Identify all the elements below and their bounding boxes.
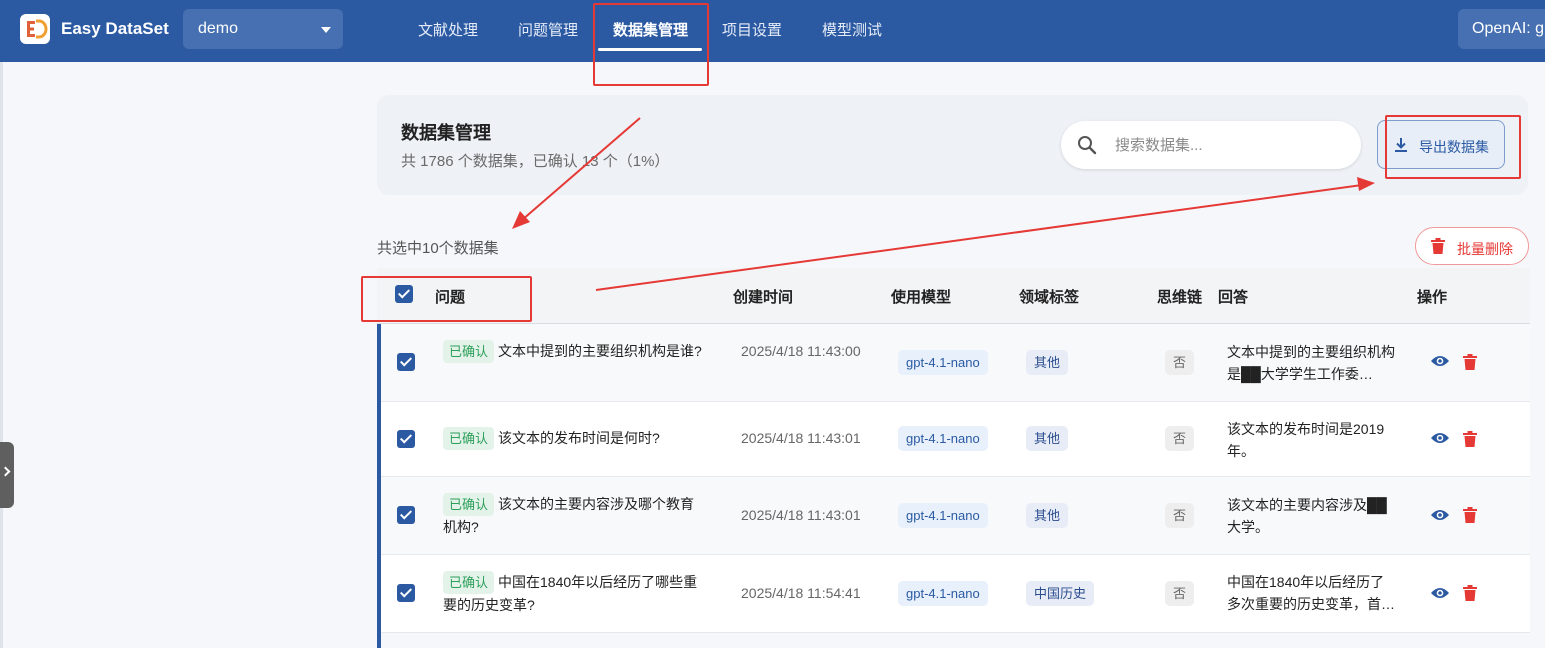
created-time: 2025/4/18 11:43:01: [741, 507, 861, 523]
delete-icon[interactable]: [1463, 507, 1477, 523]
cot-chip: 否: [1165, 350, 1194, 375]
question-cell[interactable]: 已确认 该文本的发布时间是何时?: [443, 427, 705, 450]
dataset-summary: 共 1786 个数据集，已确认 13 个（1%）: [401, 153, 670, 170]
tab-datasets[interactable]: 数据集管理: [613, 19, 688, 40]
status-badge: 已确认: [443, 427, 495, 450]
top-app-bar: Easy DataSet demo 文献处理 问题管理 数据集管理 项目设置 模…: [0, 0, 1545, 62]
cot-chip: 否: [1165, 426, 1194, 451]
column-header-actions: 操作: [1417, 289, 1448, 306]
domain-chip: 其他: [1026, 503, 1069, 528]
domain-chip: 其他: [1026, 350, 1069, 375]
domain-chip: 中国历史: [1026, 581, 1095, 606]
trash-icon: [1431, 238, 1445, 254]
search-input[interactable]: [1115, 133, 1345, 157]
column-header-created[interactable]: 创建时间: [733, 286, 793, 307]
tab-model-test[interactable]: 模型测试: [822, 19, 882, 40]
created-time: 2025/4/18 11:43:00: [741, 343, 861, 359]
chevron-down-icon: [321, 27, 331, 33]
answer-cell: 该文本的主要内容涉及██大学。: [1227, 497, 1387, 535]
search-icon: [1078, 136, 1097, 155]
column-header-model: 使用模型: [891, 289, 952, 306]
column-header-domain: 领域标签: [1019, 289, 1080, 306]
question-cell[interactable]: 已确认 文本中提到的主要组织机构是谁?: [443, 340, 705, 363]
model-chip: gpt-4.1-nano: [898, 503, 988, 528]
bulk-delete-button[interactable]: 批量删除: [1415, 227, 1529, 265]
export-dataset-label: 导出数据集: [1419, 139, 1489, 155]
created-time: 2025/4/18 11:43:01: [741, 430, 861, 446]
eye-icon[interactable]: [1430, 508, 1450, 522]
project-select-value: demo: [198, 20, 239, 37]
select-all-checkbox[interactable]: [395, 285, 413, 303]
status-badge: 已确认: [443, 571, 495, 594]
page-title: 数据集管理: [401, 123, 491, 143]
answer-cell: 中国在1840年以后经历了多次重要的历史变革，首…: [1227, 574, 1395, 612]
sidebar-toggle-handle[interactable]: [0, 442, 14, 508]
search-box[interactable]: [1061, 121, 1361, 169]
cot-chip: 否: [1165, 503, 1194, 528]
sidebar-edge: [0, 62, 3, 648]
chevron-right-icon: [0, 466, 11, 477]
status-badge: 已确认: [443, 340, 495, 363]
model-select-button[interactable]: OpenAI: g: [1458, 9, 1545, 49]
table-header-row: [377, 268, 1530, 324]
row-checkbox[interactable]: [397, 506, 415, 524]
row-checkbox[interactable]: [397, 430, 415, 448]
question-cell[interactable]: 已确认 该文本的主要内容涉及哪个教育机构?: [443, 493, 705, 539]
app-brand: Easy DataSet: [61, 19, 169, 38]
row-checkbox[interactable]: [397, 353, 415, 371]
tab-literature[interactable]: 文献处理: [418, 19, 478, 40]
arrowhead-1: [512, 211, 530, 229]
row-checkbox[interactable]: [397, 584, 415, 602]
tab-project-settings[interactable]: 项目设置: [722, 19, 782, 40]
status-badge: 已确认: [443, 493, 495, 516]
cot-chip: 否: [1165, 581, 1194, 606]
column-header-answer: 回答: [1218, 289, 1249, 306]
domain-chip: 其他: [1026, 426, 1069, 451]
question-cell[interactable]: 已确认 中国在1840年以后经历了哪些重要的历史变革?: [443, 571, 705, 617]
active-tab-indicator: [598, 48, 702, 51]
model-chip: gpt-4.1-nano: [898, 581, 988, 606]
answer-cell: 该文本的发布时间是2019年。: [1227, 421, 1385, 459]
project-select[interactable]: demo: [183, 9, 343, 49]
export-dataset-button[interactable]: 导出数据集: [1377, 120, 1505, 169]
column-header-question[interactable]: 问题: [435, 286, 465, 307]
eye-icon[interactable]: [1430, 586, 1450, 600]
answer-cell: 文本中提到的主要组织机构是██大学学生工作委…: [1227, 344, 1395, 382]
delete-icon[interactable]: [1463, 354, 1477, 370]
app-logo-icon: [20, 14, 50, 44]
download-icon: [1395, 138, 1407, 152]
model-chip: gpt-4.1-nano: [898, 350, 988, 375]
eye-icon[interactable]: [1430, 431, 1450, 445]
eye-icon[interactable]: [1430, 354, 1450, 368]
question-text: 该文本的发布时间是何时?: [498, 430, 660, 446]
selected-count-text: 共选中10个数据集: [377, 240, 499, 257]
bulk-delete-label: 批量删除: [1457, 241, 1513, 257]
column-header-cot: 思维链: [1157, 289, 1203, 306]
delete-icon[interactable]: [1463, 585, 1477, 601]
tab-questions[interactable]: 问题管理: [518, 19, 578, 40]
question-text: 文本中提到的主要组织机构是谁?: [498, 343, 702, 359]
delete-icon[interactable]: [1463, 431, 1477, 447]
created-time: 2025/4/18 11:54:41: [741, 585, 861, 601]
model-chip: gpt-4.1-nano: [898, 426, 988, 451]
